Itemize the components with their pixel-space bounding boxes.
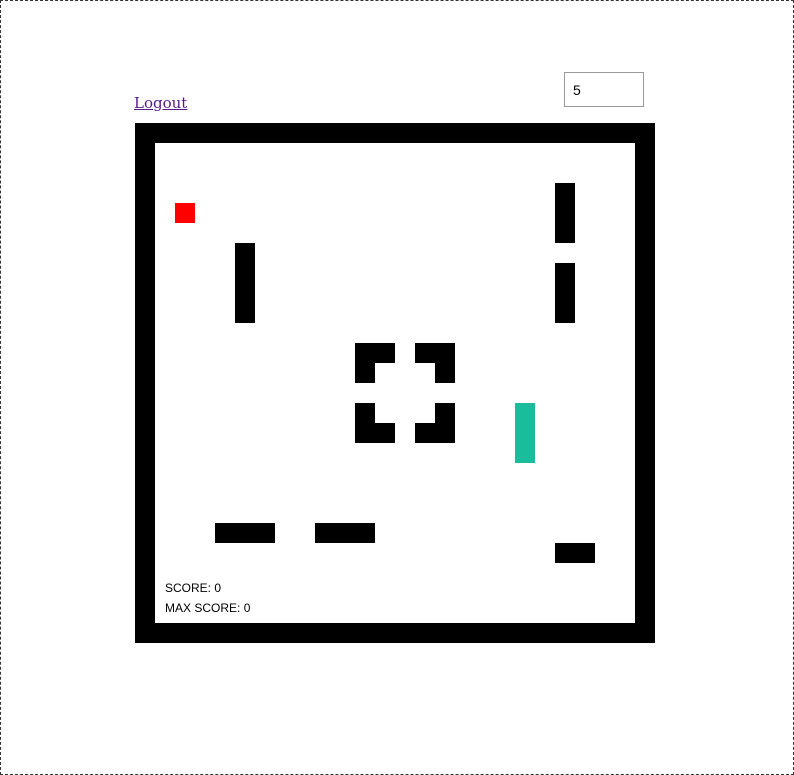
wall-segment [235, 243, 255, 323]
wall-segment [435, 363, 455, 383]
wall-segment [415, 343, 455, 363]
speed-input[interactable] [564, 72, 644, 107]
max-score-text: MAX SCORE: 0 [165, 601, 250, 615]
score-text: SCORE: 0 [165, 581, 221, 595]
wall-segment [555, 263, 575, 323]
snake-body [515, 403, 535, 463]
food-cell [175, 203, 195, 223]
max-score-label: MAX SCORE: [165, 601, 241, 615]
wall-segment [355, 403, 375, 423]
score-value: 0 [214, 581, 222, 595]
wall-segment [215, 523, 275, 543]
wall-segment [555, 183, 575, 243]
wall-segment [355, 363, 375, 383]
max-score-value: 0 [243, 601, 251, 615]
wall-segment [355, 423, 395, 443]
wall-segment [415, 423, 455, 443]
playfield [155, 143, 635, 623]
wall-segment [555, 543, 595, 563]
wall-segment [315, 523, 375, 543]
wall-segment [435, 403, 455, 423]
logout-link[interactable]: Logout [134, 94, 187, 112]
score-label: SCORE: [165, 581, 212, 595]
game-board [135, 123, 655, 643]
wall-segment [355, 343, 395, 363]
